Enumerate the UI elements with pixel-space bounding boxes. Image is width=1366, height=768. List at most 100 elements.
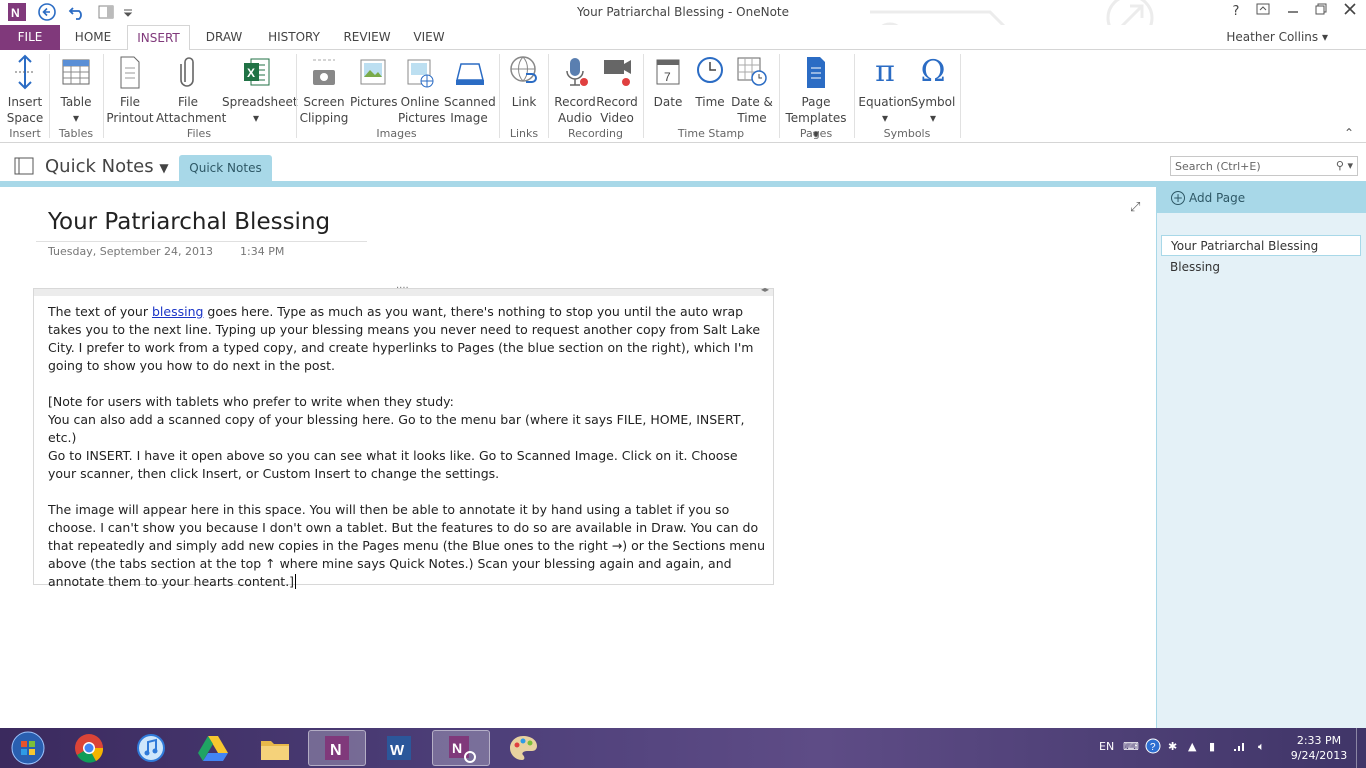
text-cursor bbox=[295, 574, 297, 589]
onenote-clipping-icon: N bbox=[449, 736, 476, 763]
close-icon[interactable] bbox=[1339, 2, 1361, 22]
add-page-button[interactable]: + Add Page bbox=[1157, 187, 1366, 213]
group-label-recording: Recording bbox=[567, 127, 624, 140]
google-drive-taskbar-button[interactable] bbox=[184, 730, 242, 766]
pictures-button[interactable]: Pictures bbox=[350, 54, 398, 110]
group-label-time-stamp: Time Stamp bbox=[677, 127, 745, 140]
ribbon-tabs: FILE HOME INSERT DRAW HISTORY REVIEW VIE… bbox=[0, 25, 1366, 74]
taskbar: N W N EN ⌨ ? ✱ ▲ ▮ 🔈︎ 2:33 PM 9/24/2013 bbox=[0, 728, 1366, 768]
collapse-ribbon-icon[interactable]: ⌃ bbox=[1344, 126, 1354, 140]
search-input[interactable]: Search (Ctrl+E) ⚲ ▾ bbox=[1170, 156, 1358, 176]
tab-file[interactable]: FILE bbox=[0, 25, 60, 50]
equation-button[interactable]: π Equation ▾ bbox=[858, 54, 912, 126]
tab-home[interactable]: HOME bbox=[67, 25, 119, 50]
paint-palette-icon bbox=[510, 736, 537, 760]
paint-taskbar-button[interactable] bbox=[494, 730, 552, 766]
spreadsheet-button[interactable]: X Spreadsheet ▾ bbox=[222, 54, 298, 126]
restore-icon[interactable] bbox=[1310, 2, 1332, 22]
file-printout-icon bbox=[120, 56, 140, 89]
page-date: Tuesday, September 24, 2013 bbox=[48, 245, 214, 258]
note-drag-handle[interactable]: ···· ◂▸ bbox=[34, 283, 773, 296]
language-indicator[interactable]: EN bbox=[1099, 740, 1114, 753]
itunes-taskbar-button[interactable] bbox=[122, 730, 180, 766]
network-icon[interactable] bbox=[1233, 740, 1247, 755]
online-pictures-icon bbox=[407, 59, 434, 88]
link-button[interactable]: Link bbox=[503, 54, 545, 110]
group-label-pages: Pages bbox=[799, 127, 833, 140]
tab-view[interactable]: VIEW bbox=[408, 25, 450, 50]
page-title[interactable]: Your Patriarchal Blessing bbox=[48, 209, 330, 235]
group-label-tables: Tables bbox=[58, 127, 94, 140]
table-button[interactable]: Table ▾ bbox=[54, 54, 98, 126]
svg-text:X: X bbox=[247, 66, 255, 80]
tab-draw[interactable]: DRAW bbox=[198, 25, 250, 50]
tab-history[interactable]: HISTORY bbox=[262, 25, 326, 50]
section-tab-quick-notes[interactable]: Quick Notes bbox=[179, 155, 272, 182]
scanned-image-button[interactable]: Scanned Image bbox=[444, 54, 496, 126]
onenote-taskbar-button[interactable]: N bbox=[308, 730, 366, 766]
date-button[interactable]: 7 Date bbox=[648, 54, 688, 110]
pictures-icon bbox=[360, 59, 386, 85]
help-button[interactable]: ? bbox=[1225, 2, 1247, 22]
note-text[interactable]: The text of your blessing goes here. Typ… bbox=[48, 303, 768, 609]
online-pictures-button[interactable]: Online Pictures bbox=[398, 54, 446, 126]
date-time-icon bbox=[737, 57, 767, 86]
tray-overflow-icon[interactable]: ✱ bbox=[1168, 740, 1177, 753]
page-item-your-patriarchal-blessing[interactable]: Your Patriarchal Blessing bbox=[1161, 235, 1361, 256]
paragraph: The text of your blessing goes here. Typ… bbox=[48, 304, 761, 373]
page-canvas[interactable]: Your Patriarchal Blessing Tuesday, Septe… bbox=[0, 187, 1156, 728]
google-drive-icon bbox=[198, 736, 228, 761]
screen-clipping-button[interactable]: Screen Clipping bbox=[299, 54, 349, 126]
camera-icon bbox=[313, 59, 335, 85]
explorer-taskbar-button[interactable] bbox=[246, 730, 304, 766]
group-label-links: Links bbox=[509, 127, 539, 140]
word-taskbar-button[interactable]: W bbox=[370, 730, 428, 766]
group-label-images: Images bbox=[376, 127, 417, 140]
record-video-button[interactable]: Record Video bbox=[596, 54, 638, 126]
notebook-name[interactable]: Quick Notes ▼ bbox=[45, 156, 169, 177]
chrome-taskbar-button[interactable] bbox=[60, 730, 118, 766]
onenote-clipping-taskbar-button[interactable]: N bbox=[432, 730, 490, 766]
notebook-icon[interactable] bbox=[14, 157, 36, 175]
tab-review[interactable]: REVIEW bbox=[338, 25, 396, 50]
move-handle-icon: ···· bbox=[396, 283, 409, 294]
start-button[interactable] bbox=[2, 730, 54, 766]
clock[interactable]: 2:33 PM 9/24/2013 bbox=[1286, 733, 1352, 763]
record-audio-button[interactable]: Record Audio bbox=[553, 54, 597, 126]
page-item-blessing[interactable]: Blessing bbox=[1161, 257, 1361, 278]
divider bbox=[49, 54, 50, 138]
title-bar: N Your Patriarchal Blessing - OneNote ? bbox=[0, 0, 1366, 50]
minimize-icon[interactable] bbox=[1282, 2, 1304, 22]
divider bbox=[854, 54, 855, 138]
power-icon[interactable]: ▮ bbox=[1209, 740, 1215, 753]
insert-space-button[interactable]: Insert Space bbox=[4, 54, 46, 126]
blessing-link[interactable]: blessing bbox=[152, 304, 203, 319]
pi-icon: π bbox=[875, 54, 895, 89]
keyboard-icon[interactable]: ⌨ bbox=[1123, 740, 1139, 753]
divider bbox=[643, 54, 644, 138]
help-tray-icon[interactable]: ? bbox=[1145, 738, 1161, 757]
table-icon bbox=[62, 59, 90, 85]
onenote-icon: N bbox=[325, 736, 349, 760]
volume-icon[interactable]: 🔈︎ bbox=[1258, 740, 1265, 754]
file-printout-button[interactable]: File Printout bbox=[106, 54, 154, 126]
ribbon: Insert Space Table ▾ File Printout File Atta… bbox=[0, 50, 1366, 143]
expand-icon[interactable]: ⤢ bbox=[1130, 200, 1140, 215]
divider bbox=[499, 54, 500, 138]
omega-icon: Ω bbox=[920, 54, 946, 89]
user-account[interactable]: Heather Collins ▾ bbox=[1226, 30, 1328, 44]
file-attachment-button[interactable]: File Attachment bbox=[156, 54, 226, 126]
show-desktop-button[interactable] bbox=[1356, 728, 1366, 768]
symbol-button[interactable]: Ω Symbol ▾ bbox=[910, 54, 956, 126]
divider bbox=[296, 54, 297, 138]
scanner-icon bbox=[456, 63, 484, 85]
svg-text:?: ? bbox=[1150, 742, 1156, 753]
divider bbox=[103, 54, 104, 138]
date-time-button[interactable]: Date & Time bbox=[730, 54, 774, 126]
show-hidden-icons[interactable]: ▲ bbox=[1188, 740, 1196, 753]
note-container[interactable]: ···· ◂▸ The text of your blessing goes h… bbox=[33, 283, 774, 589]
search-icon[interactable]: ⚲ ▾ bbox=[1336, 159, 1353, 172]
tab-insert[interactable]: INSERT bbox=[127, 25, 190, 51]
full-screen-icon[interactable] bbox=[1252, 2, 1274, 22]
time-button[interactable]: Time bbox=[690, 54, 730, 110]
